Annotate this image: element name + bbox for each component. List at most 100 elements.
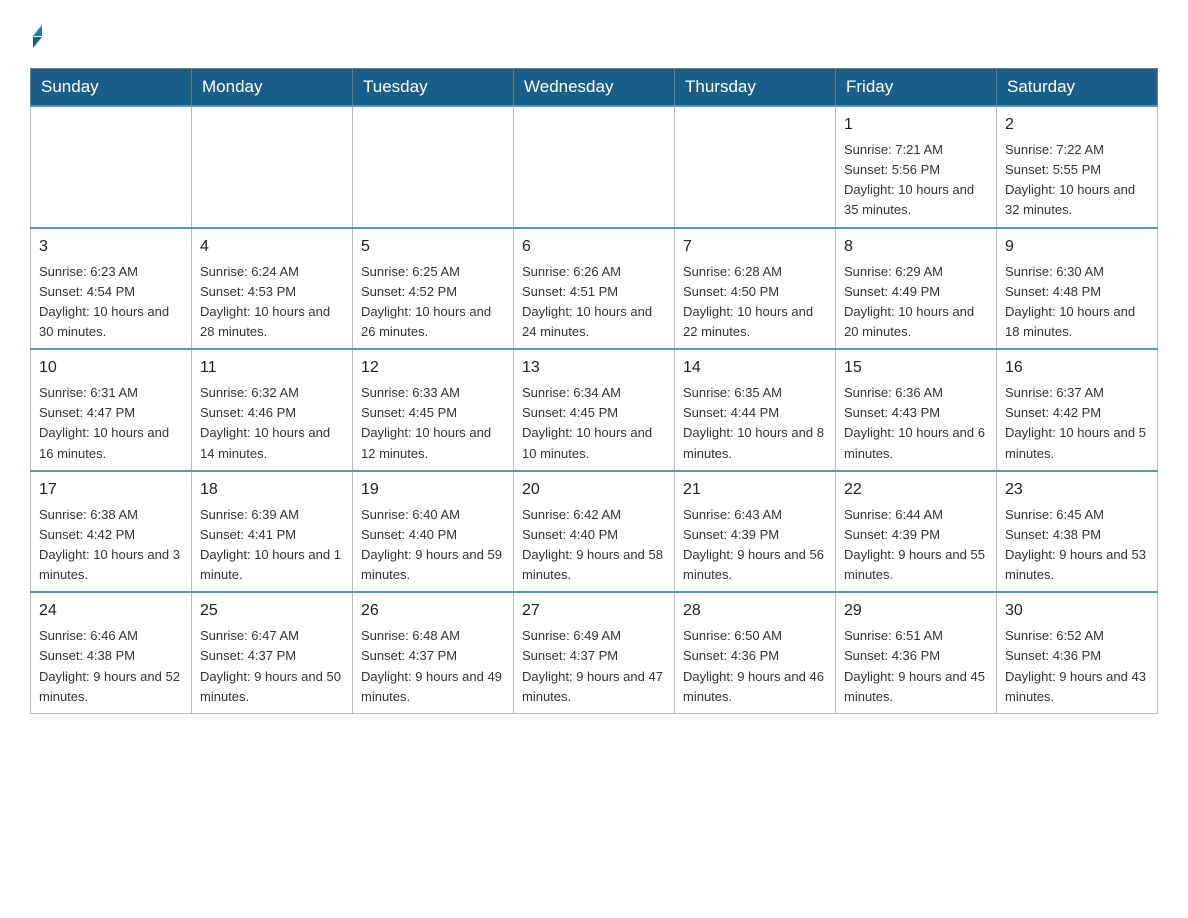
day-number: 7	[683, 235, 827, 259]
day-info: Sunrise: 6:31 AMSunset: 4:47 PMDaylight:…	[39, 383, 183, 464]
day-info: Sunrise: 6:37 AMSunset: 4:42 PMDaylight:…	[1005, 383, 1149, 464]
calendar-cell: 21 Sunrise: 6:43 AMSunset: 4:39 PMDayligh…	[675, 471, 836, 593]
day-number: 8	[844, 235, 988, 259]
day-number: 4	[200, 235, 344, 259]
calendar-cell: 12 Sunrise: 6:33 AMSunset: 4:45 PMDayligh…	[353, 349, 514, 471]
day-info: Sunrise: 6:43 AMSunset: 4:39 PMDaylight:…	[683, 505, 827, 586]
page-header	[30, 20, 1158, 48]
weekday-header-friday: Friday	[836, 69, 997, 107]
logo	[30, 20, 42, 48]
day-number: 11	[200, 356, 344, 380]
day-number: 12	[361, 356, 505, 380]
day-number: 15	[844, 356, 988, 380]
calendar-cell: 11 Sunrise: 6:32 AMSunset: 4:46 PMDayligh…	[192, 349, 353, 471]
day-number: 10	[39, 356, 183, 380]
day-number: 26	[361, 599, 505, 623]
calendar-cell: 5 Sunrise: 6:25 AMSunset: 4:52 PMDaylight…	[353, 228, 514, 350]
day-number: 3	[39, 235, 183, 259]
day-info: Sunrise: 6:46 AMSunset: 4:38 PMDaylight:…	[39, 626, 183, 707]
calendar-cell: 10 Sunrise: 6:31 AMSunset: 4:47 PMDayligh…	[31, 349, 192, 471]
day-number: 23	[1005, 478, 1149, 502]
day-number: 18	[200, 478, 344, 502]
weekday-header-saturday: Saturday	[997, 69, 1158, 107]
day-info: Sunrise: 6:45 AMSunset: 4:38 PMDaylight:…	[1005, 505, 1149, 586]
day-number: 1	[844, 113, 988, 137]
calendar-cell: 20 Sunrise: 6:42 AMSunset: 4:40 PMDayligh…	[514, 471, 675, 593]
day-info: Sunrise: 6:32 AMSunset: 4:46 PMDaylight:…	[200, 383, 344, 464]
day-info: Sunrise: 6:26 AMSunset: 4:51 PMDaylight:…	[522, 262, 666, 343]
day-number: 16	[1005, 356, 1149, 380]
weekday-header-wednesday: Wednesday	[514, 69, 675, 107]
day-info: Sunrise: 6:50 AMSunset: 4:36 PMDaylight:…	[683, 626, 827, 707]
day-number: 6	[522, 235, 666, 259]
calendar-cell: 1 Sunrise: 7:21 AMSunset: 5:56 PMDaylight…	[836, 106, 997, 228]
day-info: Sunrise: 7:21 AMSunset: 5:56 PMDaylight:…	[844, 140, 988, 221]
day-info: Sunrise: 7:22 AMSunset: 5:55 PMDaylight:…	[1005, 140, 1149, 221]
week-row-3: 10 Sunrise: 6:31 AMSunset: 4:47 PMDayligh…	[31, 349, 1158, 471]
day-number: 2	[1005, 113, 1149, 137]
calendar-cell: 17 Sunrise: 6:38 AMSunset: 4:42 PMDayligh…	[31, 471, 192, 593]
day-info: Sunrise: 6:48 AMSunset: 4:37 PMDaylight:…	[361, 626, 505, 707]
day-number: 14	[683, 356, 827, 380]
day-number: 27	[522, 599, 666, 623]
day-number: 28	[683, 599, 827, 623]
calendar-cell	[31, 106, 192, 228]
calendar-cell: 3 Sunrise: 6:23 AMSunset: 4:54 PMDaylight…	[31, 228, 192, 350]
week-row-5: 24 Sunrise: 6:46 AMSunset: 4:38 PMDayligh…	[31, 592, 1158, 713]
week-row-4: 17 Sunrise: 6:38 AMSunset: 4:42 PMDayligh…	[31, 471, 1158, 593]
day-info: Sunrise: 6:29 AMSunset: 4:49 PMDaylight:…	[844, 262, 988, 343]
day-number: 20	[522, 478, 666, 502]
calendar-cell: 13Sunrise: 6:34 AMSunset: 4:45 PMDayligh…	[514, 349, 675, 471]
calendar-cell: 14Sunrise: 6:35 AMSunset: 4:44 PMDayligh…	[675, 349, 836, 471]
weekday-header-tuesday: Tuesday	[353, 69, 514, 107]
calendar-cell: 9 Sunrise: 6:30 AMSunset: 4:48 PMDaylight…	[997, 228, 1158, 350]
day-number: 24	[39, 599, 183, 623]
calendar-cell: 28 Sunrise: 6:50 AMSunset: 4:36 PMDayligh…	[675, 592, 836, 713]
day-info: Sunrise: 6:39 AMSunset: 4:41 PMDaylight:…	[200, 505, 344, 586]
calendar-cell: 26 Sunrise: 6:48 AMSunset: 4:37 PMDayligh…	[353, 592, 514, 713]
calendar-cell: 4 Sunrise: 6:24 AMSunset: 4:53 PMDaylight…	[192, 228, 353, 350]
calendar-cell: 27 Sunrise: 6:49 AMSunset: 4:37 PMDayligh…	[514, 592, 675, 713]
calendar-cell: 25Sunrise: 6:47 AMSunset: 4:37 PMDayligh…	[192, 592, 353, 713]
calendar-cell: 30 Sunrise: 6:52 AMSunset: 4:36 PMDayligh…	[997, 592, 1158, 713]
day-number: 19	[361, 478, 505, 502]
calendar-cell: 22Sunrise: 6:44 AMSunset: 4:39 PMDayligh…	[836, 471, 997, 593]
calendar-cell	[675, 106, 836, 228]
day-info: Sunrise: 6:25 AMSunset: 4:52 PMDaylight:…	[361, 262, 505, 343]
day-info: Sunrise: 6:30 AMSunset: 4:48 PMDaylight:…	[1005, 262, 1149, 343]
calendar-cell: 24 Sunrise: 6:46 AMSunset: 4:38 PMDayligh…	[31, 592, 192, 713]
day-number: 5	[361, 235, 505, 259]
calendar-cell	[514, 106, 675, 228]
calendar-cell	[353, 106, 514, 228]
day-info: Sunrise: 6:42 AMSunset: 4:40 PMDaylight:…	[522, 505, 666, 586]
calendar-cell: 18 Sunrise: 6:39 AMSunset: 4:41 PMDayligh…	[192, 471, 353, 593]
day-info: Sunrise: 6:38 AMSunset: 4:42 PMDaylight:…	[39, 505, 183, 586]
calendar-cell: 16 Sunrise: 6:37 AMSunset: 4:42 PMDayligh…	[997, 349, 1158, 471]
day-info: Sunrise: 6:34 AMSunset: 4:45 PMDaylight:…	[522, 383, 666, 464]
calendar-cell: 2 Sunrise: 7:22 AMSunset: 5:55 PMDaylight…	[997, 106, 1158, 228]
calendar-cell: 6 Sunrise: 6:26 AMSunset: 4:51 PMDaylight…	[514, 228, 675, 350]
day-number: 30	[1005, 599, 1149, 623]
day-info: Sunrise: 6:28 AMSunset: 4:50 PMDaylight:…	[683, 262, 827, 343]
calendar-cell: 29Sunrise: 6:51 AMSunset: 4:36 PMDayligh…	[836, 592, 997, 713]
day-info: Sunrise: 6:52 AMSunset: 4:36 PMDaylight:…	[1005, 626, 1149, 707]
week-row-2: 3 Sunrise: 6:23 AMSunset: 4:54 PMDaylight…	[31, 228, 1158, 350]
day-info: Sunrise: 6:40 AMSunset: 4:40 PMDaylight:…	[361, 505, 505, 586]
day-number: 29	[844, 599, 988, 623]
day-info: Sunrise: 6:49 AMSunset: 4:37 PMDaylight:…	[522, 626, 666, 707]
calendar-cell: 15 Sunrise: 6:36 AMSunset: 4:43 PMDayligh…	[836, 349, 997, 471]
day-info: Sunrise: 6:23 AMSunset: 4:54 PMDaylight:…	[39, 262, 183, 343]
day-info: Sunrise: 6:36 AMSunset: 4:43 PMDaylight:…	[844, 383, 988, 464]
calendar-cell: 7 Sunrise: 6:28 AMSunset: 4:50 PMDaylight…	[675, 228, 836, 350]
calendar-cell: 19 Sunrise: 6:40 AMSunset: 4:40 PMDayligh…	[353, 471, 514, 593]
day-number: 25	[200, 599, 344, 623]
day-info: Sunrise: 6:33 AMSunset: 4:45 PMDaylight:…	[361, 383, 505, 464]
day-number: 22	[844, 478, 988, 502]
day-number: 17	[39, 478, 183, 502]
day-info: Sunrise: 6:24 AMSunset: 4:53 PMDaylight:…	[200, 262, 344, 343]
day-number: 21	[683, 478, 827, 502]
weekday-header-sunday: Sunday	[31, 69, 192, 107]
calendar-cell: 23 Sunrise: 6:45 AMSunset: 4:38 PMDayligh…	[997, 471, 1158, 593]
day-number: 9	[1005, 235, 1149, 259]
calendar-cell: 8 Sunrise: 6:29 AMSunset: 4:49 PMDaylight…	[836, 228, 997, 350]
